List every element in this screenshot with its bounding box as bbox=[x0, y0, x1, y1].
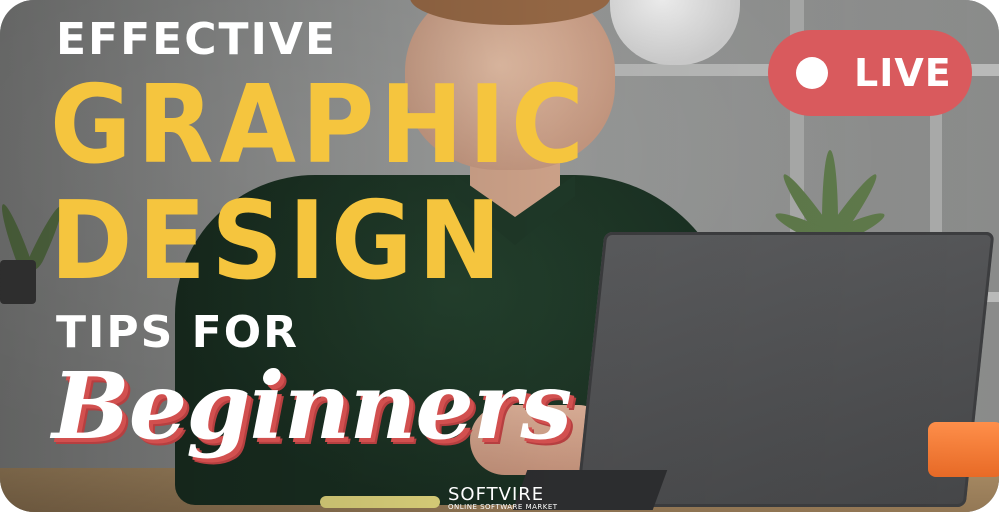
headline-graphic: GRAPHIC bbox=[50, 63, 590, 188]
watermark-tagline: ONLINE SOFTWARE MARKET bbox=[448, 503, 558, 511]
watermark: SOFTVIRE ONLINE SOFTWARE MARKET bbox=[448, 486, 558, 511]
live-badge[interactable]: LIVE bbox=[768, 30, 972, 116]
record-dot-icon bbox=[796, 57, 828, 89]
headline-beginners: Beginners bbox=[52, 352, 572, 460]
headline-design: DESIGN bbox=[50, 179, 507, 304]
headline-effective: EFFECTIVE bbox=[56, 14, 338, 65]
thumbnail-frame: EFFECTIVE GRAPHIC DESIGN TIPS FOR Beginn… bbox=[0, 0, 999, 512]
watermark-brand: SOFTVIRE bbox=[448, 484, 545, 505]
headline-tips-for: TIPS FOR bbox=[56, 307, 299, 358]
live-badge-label: LIVE bbox=[854, 51, 952, 95]
